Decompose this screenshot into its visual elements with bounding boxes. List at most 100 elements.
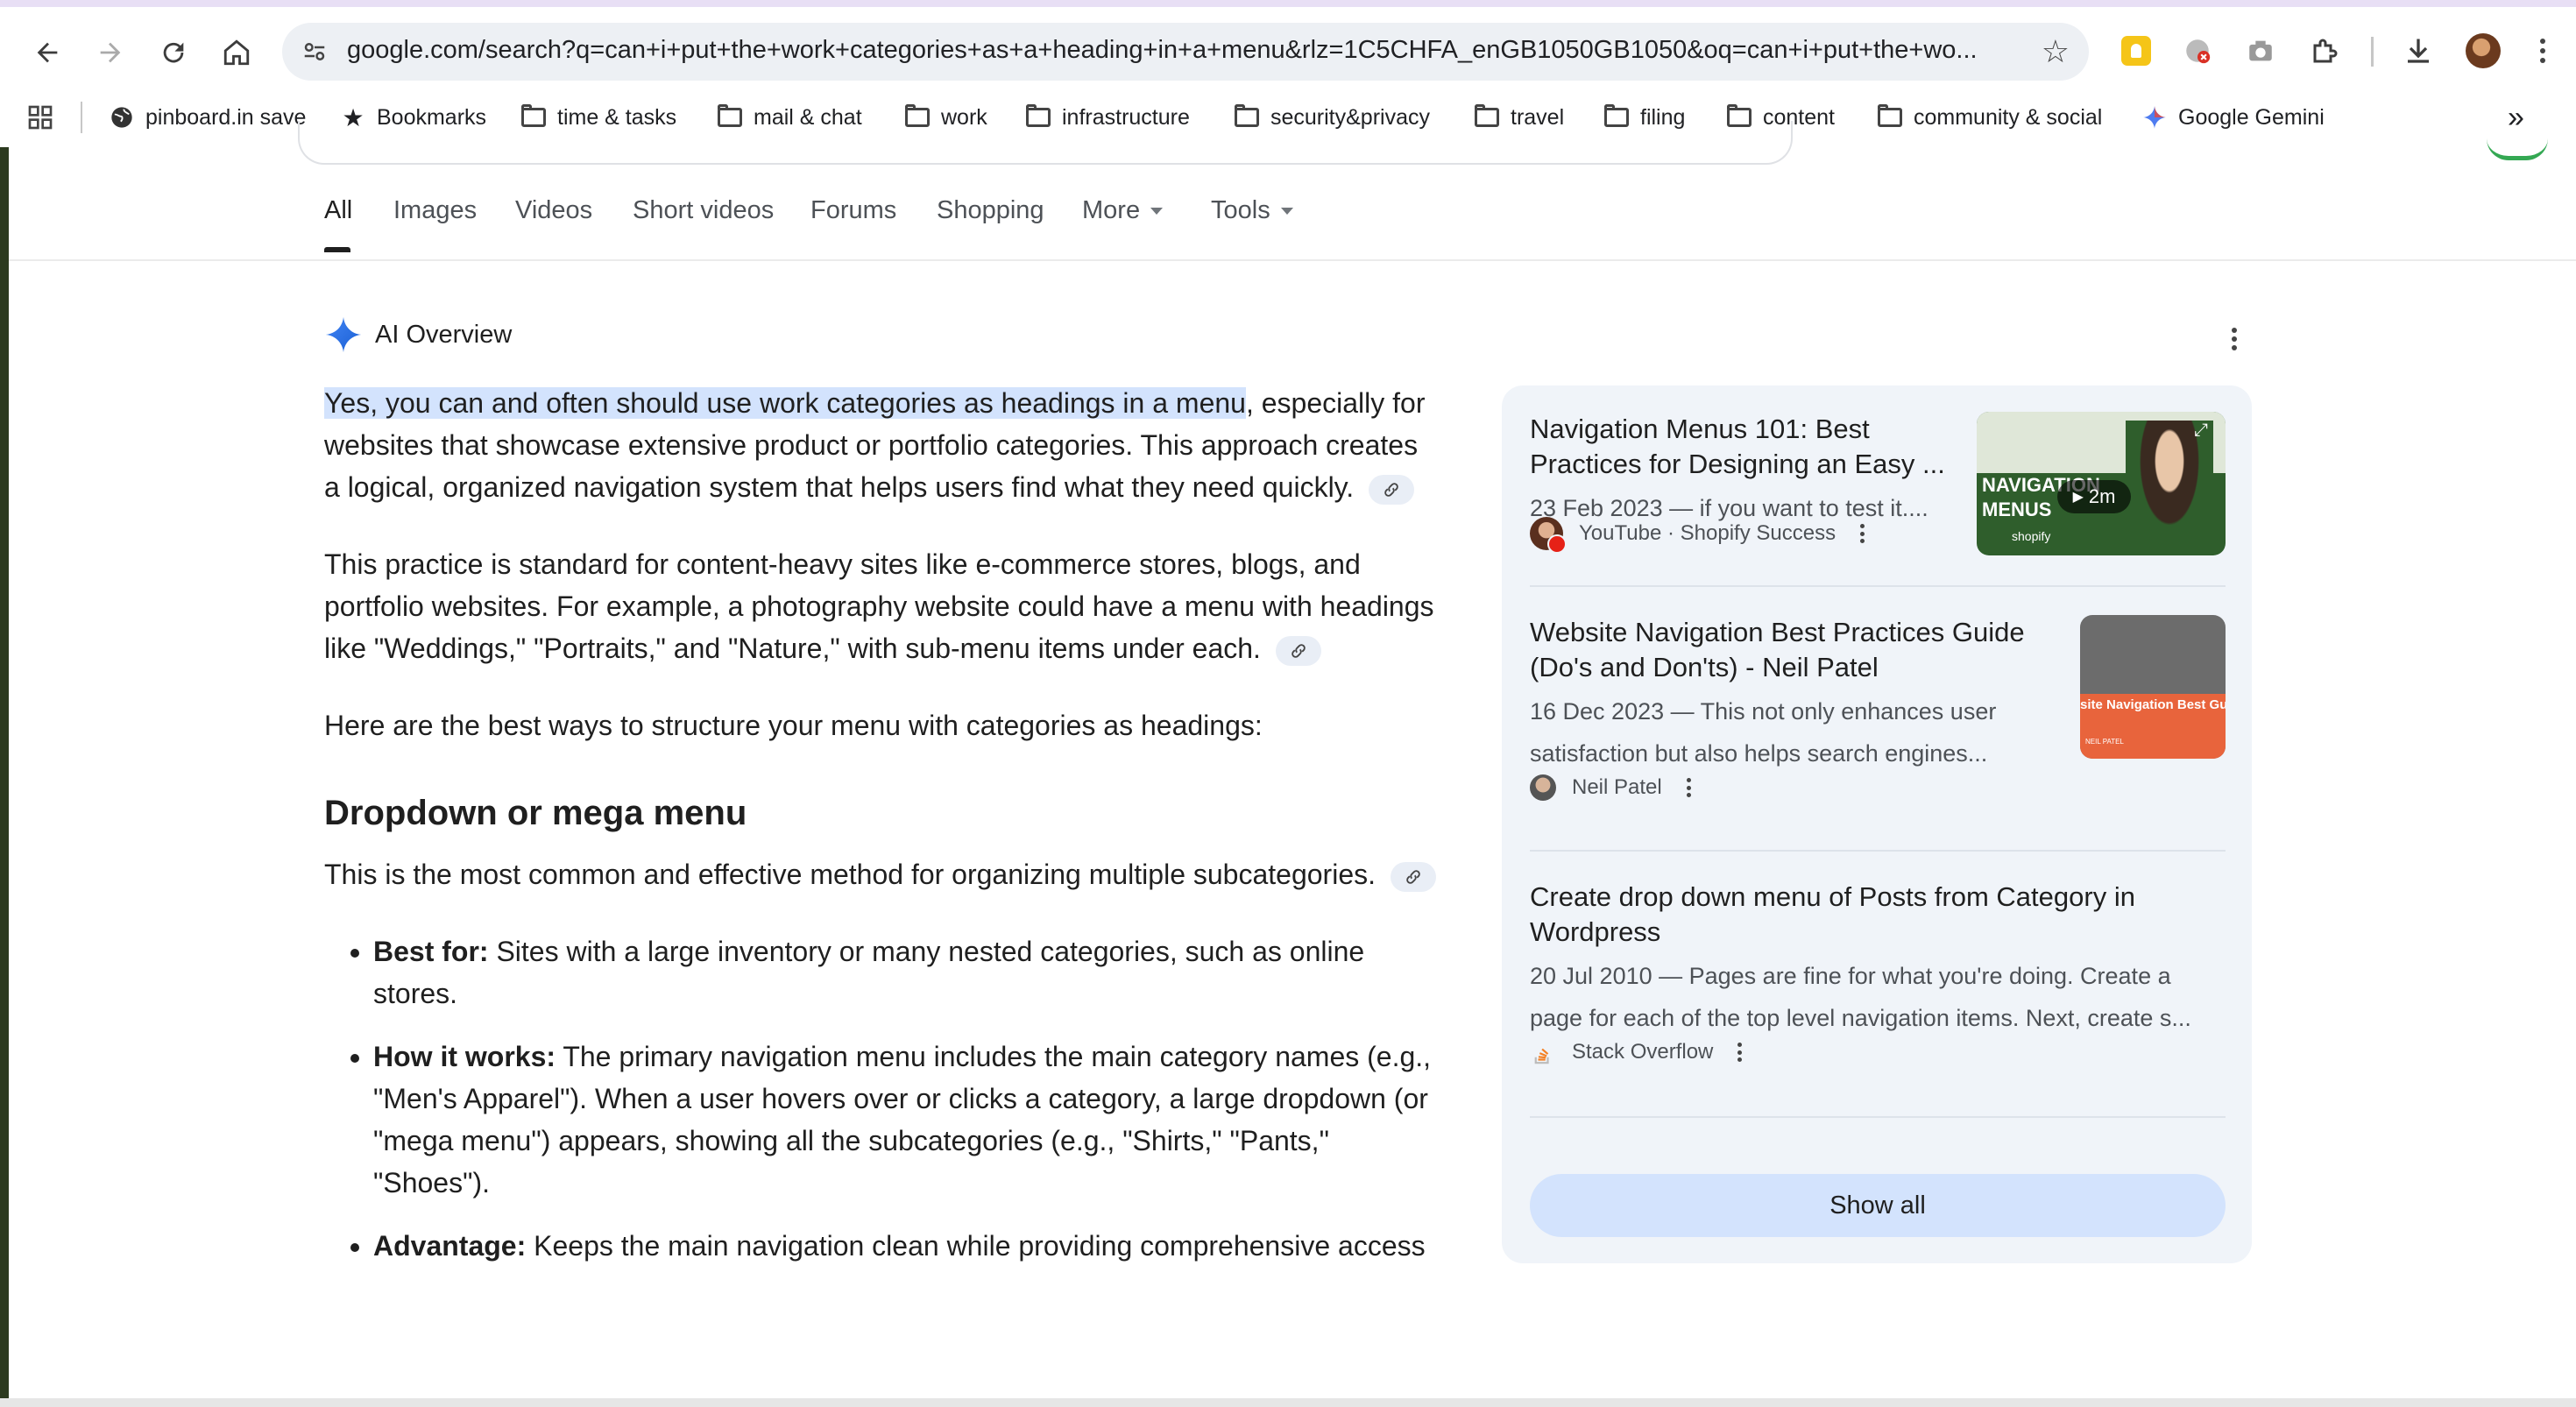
section-heading-dropdown: Dropdown or mega menu: [324, 794, 747, 832]
apps-grid-icon[interactable]: [26, 98, 54, 137]
highlighted-answer: Yes, you can and often should use work c…: [324, 387, 1246, 419]
window-bottom-edge: [0, 1398, 2576, 1407]
overview-paragraph-3: Here are the best ways to structure your…: [324, 710, 1263, 741]
ai-overview-more-icon[interactable]: [2232, 328, 2237, 350]
source-more-icon[interactable]: [1686, 778, 1691, 797]
thumbnail-subtitle: NEIL PATEL: [2085, 738, 2124, 746]
tab-more-label: More: [1082, 196, 1141, 224]
gemini-icon: [2141, 104, 2168, 131]
tab-forums[interactable]: Forums: [810, 196, 896, 225]
bookmarks-overflow-chevron-icon[interactable]: »: [2508, 98, 2524, 137]
bullet-list: Best for: Sites with a large inventory o…: [324, 930, 1437, 1267]
account-avatar[interactable]: [2487, 138, 2548, 160]
thumbnail-title: site Navigation Best Guide (Do's and Don…: [2080, 697, 2226, 712]
source-link-chip[interactable]: [1369, 474, 1415, 505]
source-site-row: Neil Patel: [1530, 774, 1691, 801]
tab-images[interactable]: Images: [393, 196, 477, 225]
tab-shopping[interactable]: Shopping: [937, 196, 1044, 225]
source-site-name: YouTube · Shopify Success: [1579, 521, 1836, 545]
link-icon: [1406, 869, 1420, 884]
bookmark-pinboard[interactable]: pinboard.in save: [109, 98, 306, 137]
bullet-label: How it works:: [373, 1041, 556, 1072]
extension-blocker-icon[interactable]: [2176, 30, 2219, 72]
overview-paragraph-1: Yes, you can and often should use work c…: [324, 382, 1437, 508]
page-content: All Images Videos Short videos Forums Sh…: [0, 121, 2576, 1407]
tabs-divider: [9, 259, 2576, 261]
duration-text: 2m: [2088, 485, 2116, 507]
home-button[interactable]: [210, 26, 263, 79]
tab-videos[interactable]: Videos: [515, 196, 592, 225]
profile-avatar[interactable]: [2462, 30, 2504, 72]
search-box[interactable]: [298, 121, 1793, 165]
bookmark-gemini[interactable]: Google Gemini: [2141, 98, 2325, 137]
download-icon[interactable]: [2397, 30, 2439, 72]
active-tab-indicator: [324, 247, 350, 252]
link-icon: [1292, 643, 1306, 658]
bookmark-star-icon[interactable]: ☆: [2042, 33, 2070, 70]
expand-icon[interactable]: ⤢: [2194, 421, 2217, 443]
url-text[interactable]: google.com/search?q=can+i+put+the+work+c…: [347, 36, 1994, 67]
thumbnail-subtitle: shopify: [2012, 529, 2051, 543]
source-snippet: 20 Jul 2010 — Pages are fine for what yo…: [1530, 963, 2191, 1031]
source-more-icon[interactable]: [1860, 524, 1865, 543]
address-bar[interactable]: google.com/search?q=can+i+put+the+work+c…: [282, 23, 2089, 81]
sources-panel: Navigation Menus 101: Best Practices for…: [1502, 385, 2252, 1263]
caret-down-icon: [1150, 208, 1164, 216]
source-favicon: [1530, 774, 1556, 801]
tab-all[interactable]: All: [324, 196, 352, 225]
source-title[interactable]: Navigation Menus 101: Best Practices for…: [1530, 412, 1968, 482]
camera-icon[interactable]: [2240, 30, 2282, 72]
bookmarks-separator: [81, 102, 82, 133]
source-site-row: YouTube · Shopify Success: [1530, 517, 1865, 554]
source-site-row: Stack Overflow: [1530, 1039, 1743, 1065]
list-item: Advantage: Keeps the main navigation cle…: [373, 1225, 1437, 1267]
stack-overflow-icon: [1530, 1039, 1556, 1065]
source-title[interactable]: Create drop down menu of Posts from Cate…: [1530, 880, 2226, 950]
chrome-menu-icon[interactable]: [2522, 30, 2564, 72]
play-icon: ▶: [2072, 490, 2084, 505]
article-thumbnail[interactable]: site Navigation Best Guide (Do's and Don…: [2080, 615, 2226, 759]
bullet-label: Advantage:: [373, 1230, 527, 1262]
caret-down-icon: [1280, 208, 1293, 216]
source-favicon: [1530, 517, 1567, 554]
source-card-1[interactable]: Navigation Menus 101: Best Practices for…: [1530, 412, 1968, 529]
tab-tools[interactable]: Tools: [1211, 196, 1293, 225]
forward-button[interactable]: [84, 26, 137, 79]
source-divider: [1530, 850, 2226, 852]
desktop-edge: [0, 147, 9, 1407]
reload-button[interactable]: [147, 26, 200, 79]
source-link-chip[interactable]: [1275, 635, 1321, 666]
globe-icon: [109, 104, 135, 131]
folder-icon: [1877, 104, 1903, 131]
extensions-puzzle-icon[interactable]: [2304, 30, 2346, 72]
bullet-label: Best for:: [373, 936, 489, 967]
source-card-2[interactable]: Website Navigation Best Practices Guide …: [1530, 615, 2056, 774]
source-snippet: 16 Dec 2023 — This not only enhances use…: [1530, 698, 1997, 767]
paragraph-text: This is the most common and effective me…: [324, 859, 1376, 890]
ai-overview-header: AI Overview: [324, 315, 512, 354]
source-site-name: Stack Overflow: [1572, 1040, 1714, 1064]
source-divider: [1530, 585, 2226, 587]
source-title[interactable]: Website Navigation Best Practices Guide …: [1530, 615, 2056, 685]
ai-overview-title: AI Overview: [375, 320, 513, 349]
source-divider: [1530, 1116, 2226, 1118]
extension-yellow-icon[interactable]: [2115, 30, 2157, 72]
link-icon: [1384, 482, 1398, 497]
source-more-icon[interactable]: [1737, 1043, 1743, 1062]
video-duration-badge: ▶ 2m: [2057, 480, 2131, 513]
source-link-chip[interactable]: [1390, 861, 1436, 892]
bookmark-folder-community[interactable]: community & social: [1877, 98, 2102, 137]
browser-toolbar: google.com/search?q=can+i+put+the+work+c…: [0, 0, 2576, 89]
source-card-3[interactable]: Create drop down menu of Posts from Cate…: [1530, 880, 2226, 1039]
show-all-button[interactable]: Show all: [1530, 1174, 2226, 1237]
tab-short-videos[interactable]: Short videos: [633, 196, 774, 225]
overview-paragraph-2: This practice is standard for content-he…: [324, 543, 1437, 669]
bookmark-label: Google Gemini: [2178, 104, 2325, 130]
reload-icon: [163, 42, 184, 63]
forward-arrow-icon: [100, 42, 121, 63]
video-thumbnail[interactable]: NAVIGATION MENUS shopify ▶ 2m ⤢: [1977, 412, 2226, 555]
back-button[interactable]: [21, 26, 74, 79]
site-settings-icon[interactable]: [294, 32, 335, 72]
tab-more[interactable]: More: [1082, 196, 1164, 225]
home-icon: [223, 39, 250, 66]
